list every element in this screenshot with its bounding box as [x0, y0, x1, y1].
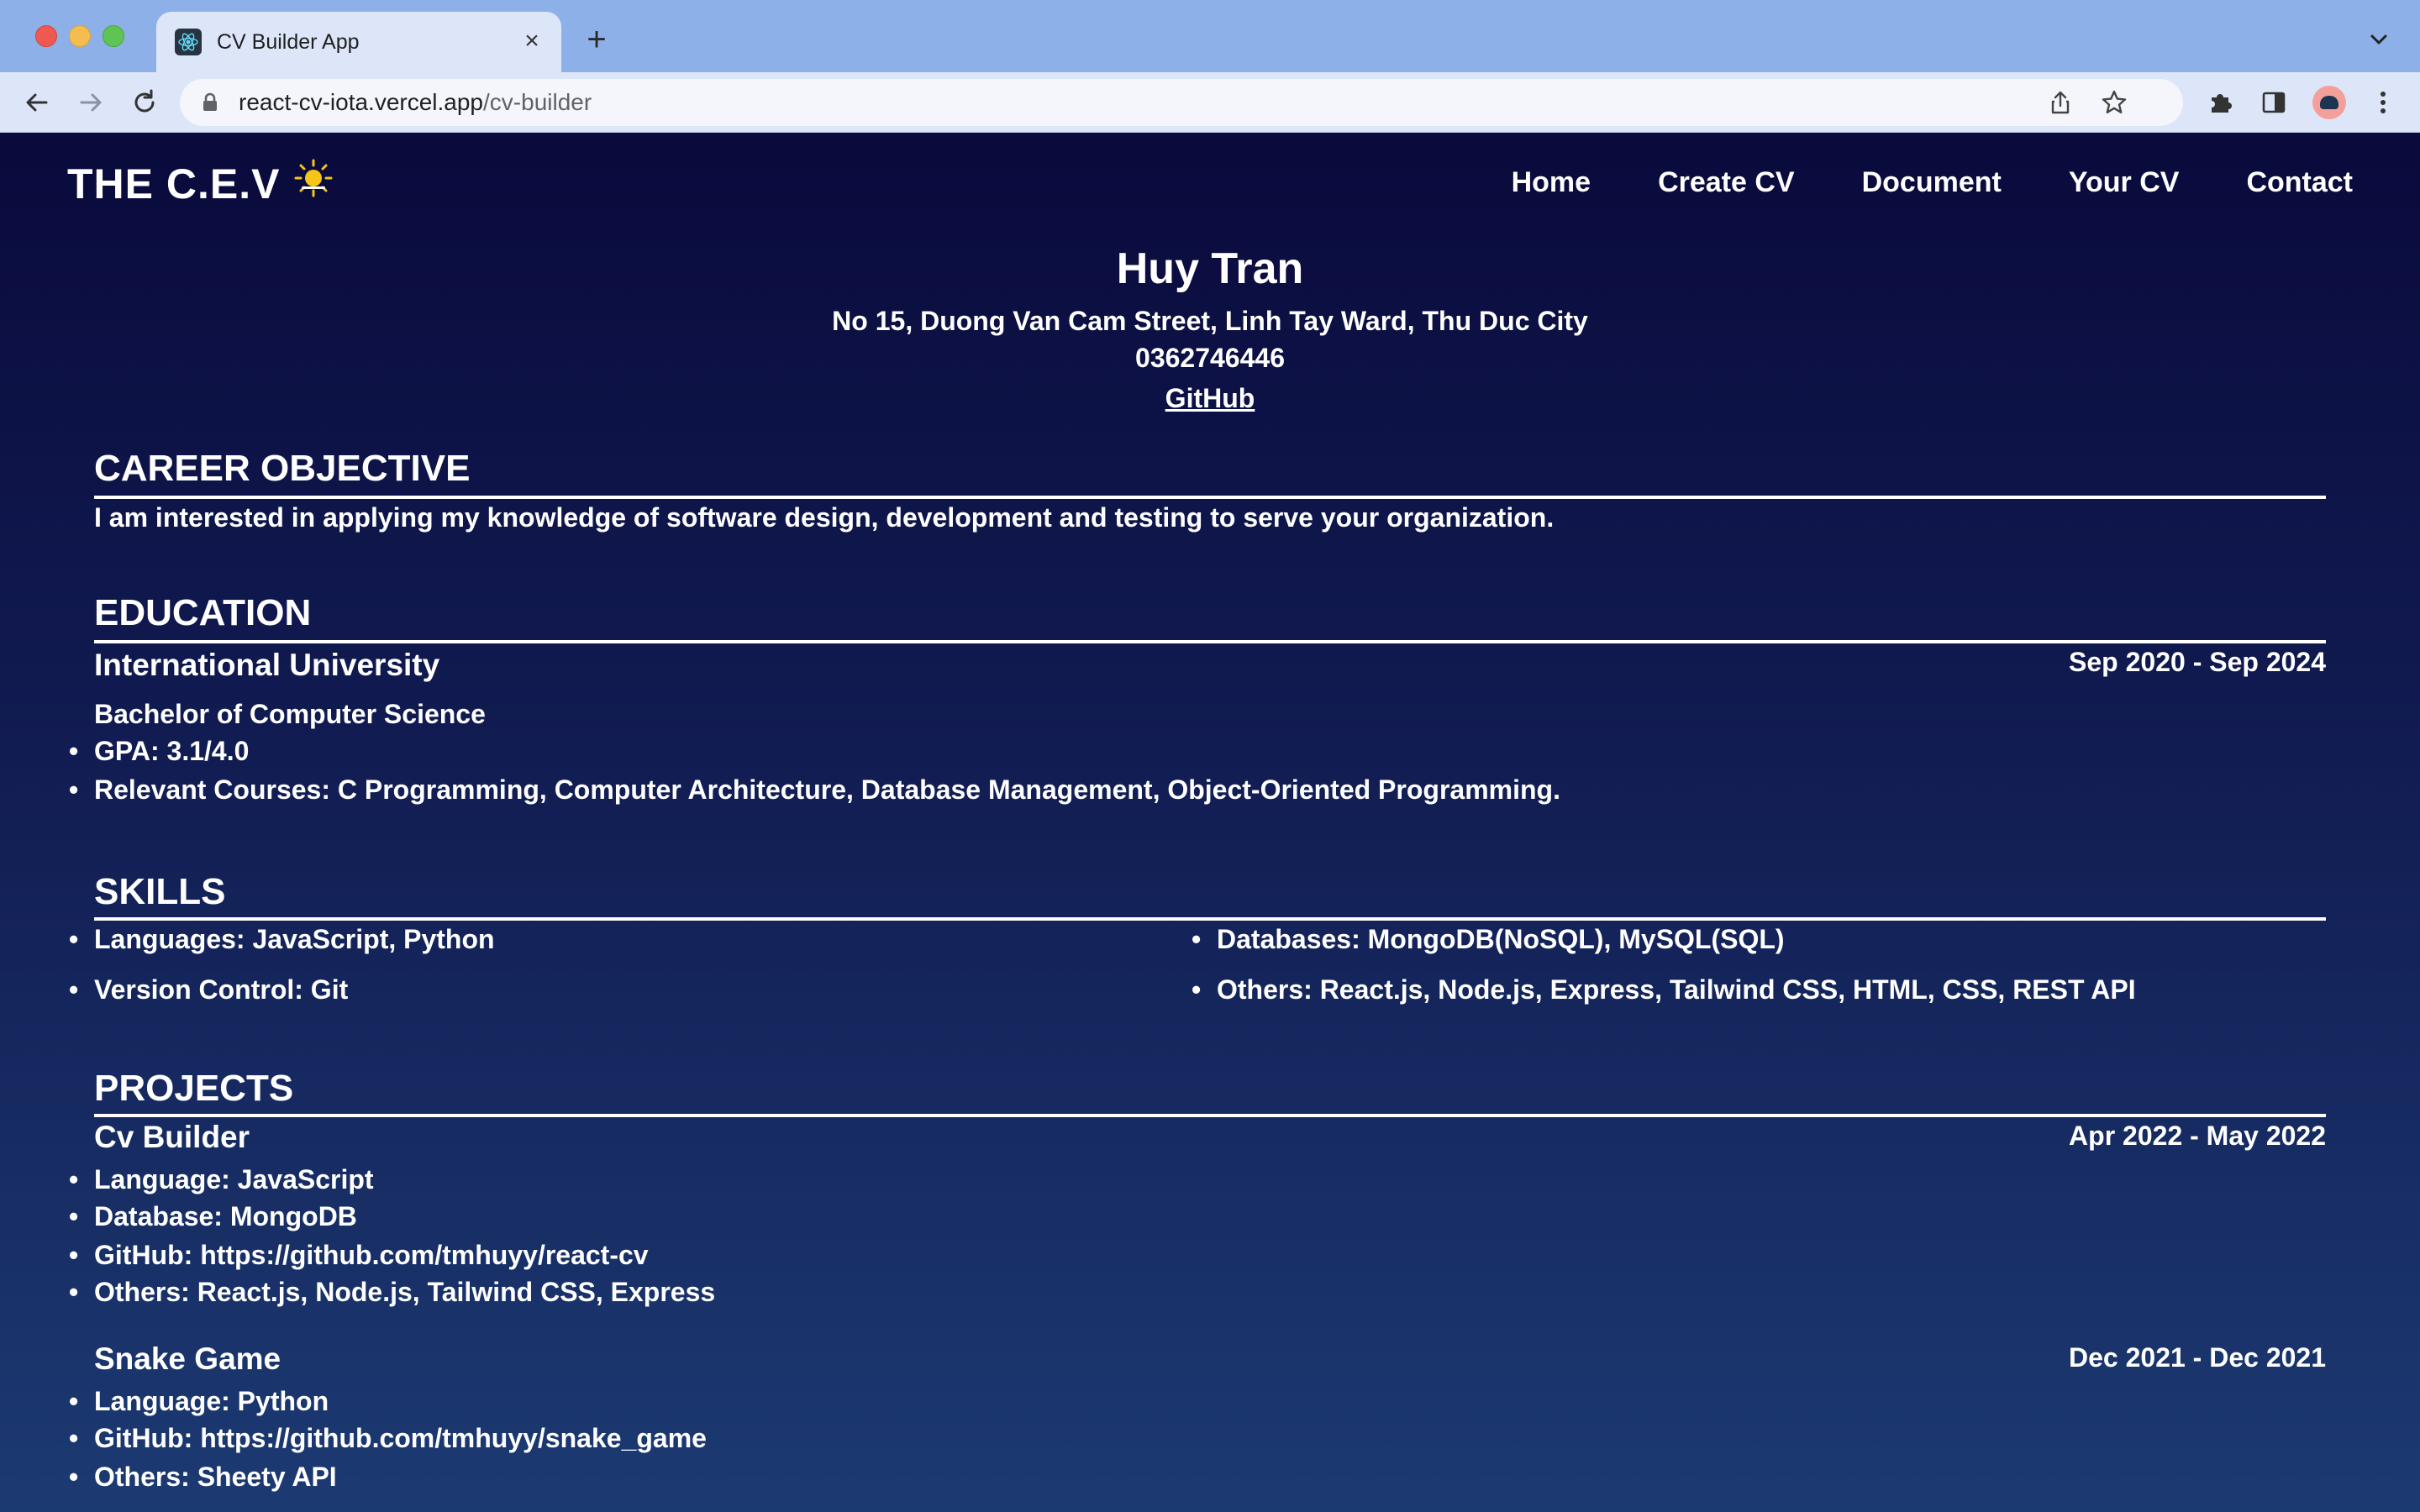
cv-name: Huy Tran: [1116, 244, 1304, 293]
nav-document[interactable]: Document: [1862, 165, 2002, 200]
list-item: Language: JavaScript: [69, 1163, 374, 1196]
list-item: Databases: MongoDB(NoSQL), MySQL(SQL): [1192, 922, 1785, 956]
url-path: /cv-builder: [483, 89, 592, 115]
list-item: GitHub: https://github.com/tmhuyy/react-…: [69, 1238, 649, 1272]
brand-text: THE C.E.V: [67, 160, 281, 207]
list-item: Others: React.js, Node.js, Express, Tail…: [1192, 973, 2136, 1006]
nav-home[interactable]: Home: [1512, 165, 1591, 200]
browser-toolbar: react-cv-iota.vercel.app/cv-builder: [0, 72, 2420, 133]
section-divider: [94, 1114, 2326, 1117]
nav-create-cv[interactable]: Create CV: [1658, 165, 1795, 200]
education-school: International University: [94, 648, 440, 682]
project-name: Cv Builder: [94, 1120, 250, 1154]
career-objective-text: I am interested in applying my knowledge…: [94, 502, 1555, 533]
site-brand[interactable]: THE C.E.V: [67, 158, 334, 209]
tab-title: CV Builder App: [217, 30, 360, 54]
list-item: Others: React.js, Node.js, Tailwind CSS,…: [69, 1275, 715, 1309]
star-icon[interactable]: [2101, 89, 2128, 116]
list-item: GPA: 3.1/4.0: [69, 734, 249, 768]
list-item: GitHub: https://github.com/tmhuyy/snake_…: [69, 1421, 707, 1455]
profile-avatar[interactable]: [2312, 86, 2346, 119]
nav-your-cv[interactable]: Your CV: [2069, 165, 2180, 200]
more-icon[interactable]: [2368, 87, 2398, 118]
list-item: Version Control: Git: [69, 973, 348, 1006]
section-title-career: CAREER OBJECTIVE: [94, 448, 471, 489]
project-dates: Dec 2021 - Dec 2021: [2069, 1342, 2326, 1373]
sun-icon: [293, 158, 334, 209]
avatar-image: [2320, 96, 2338, 109]
back-arrow-icon[interactable]: [20, 86, 54, 119]
section-divider: [94, 917, 2326, 921]
browser-tab-active[interactable]: CV Builder App ×: [156, 12, 561, 72]
section-divider: [94, 640, 2326, 643]
chevron-down-icon[interactable]: [2366, 27, 2391, 52]
list-item: Language: Python: [69, 1384, 329, 1418]
window-zoom-button[interactable]: [103, 25, 124, 47]
education-dates: Sep 2020 - Sep 2024: [2069, 647, 2326, 677]
nav-contact[interactable]: Contact: [2246, 165, 2353, 200]
react-favicon-icon: [175, 29, 202, 55]
list-item: Relevant Courses: C Programming, Compute…: [69, 773, 1560, 806]
tab-close-icon[interactable]: ×: [518, 27, 546, 55]
url-text: react-cv-iota.vercel.app/cv-builder: [239, 89, 592, 116]
sidebar-icon[interactable]: [2259, 87, 2289, 118]
project-name: Snake Game: [94, 1341, 281, 1376]
url-host: react-cv-iota.vercel.app: [239, 89, 484, 115]
cv-github-link[interactable]: GitHub: [1165, 383, 1255, 413]
forward-arrow-icon[interactable]: [74, 86, 108, 119]
section-title-skills: SKILLS: [94, 871, 226, 912]
new-tab-button[interactable]: +: [580, 23, 613, 57]
cv-github-row: GitHub: [94, 381, 2326, 415]
project-dates: Apr 2022 - May 2022: [2069, 1121, 2326, 1151]
cv-phone: 0362746446: [1135, 343, 1285, 373]
lock-icon[interactable]: [198, 91, 222, 114]
browser-tab-bar: CV Builder App × +: [0, 0, 2420, 72]
share-icon[interactable]: [2047, 89, 2074, 116]
list-item: Others: Sheety API: [69, 1460, 337, 1494]
window-minimize-button[interactable]: [69, 25, 91, 47]
extensions-icon[interactable]: [2205, 87, 2235, 118]
education-degree: Bachelor of Computer Science: [94, 699, 486, 729]
list-item: Languages: JavaScript, Python: [69, 922, 495, 956]
address-bar[interactable]: react-cv-iota.vercel.app/cv-builder: [180, 79, 2183, 126]
cv-address: No 15, Duong Van Cam Street, Linh Tay Wa…: [832, 306, 1588, 336]
list-item: Database: MongoDB: [69, 1200, 357, 1233]
section-title-projects: PROJECTS: [94, 1068, 294, 1109]
window-close-button[interactable]: [35, 25, 57, 47]
section-divider: [94, 496, 2326, 499]
reload-icon[interactable]: [128, 86, 161, 119]
main-nav: Home Create CV Document Your CV Contact: [1512, 165, 2353, 200]
page-viewport: THE C.E.V Home Create CV Document Your C…: [0, 133, 2420, 1512]
section-title-education: EDUCATION: [94, 592, 312, 633]
